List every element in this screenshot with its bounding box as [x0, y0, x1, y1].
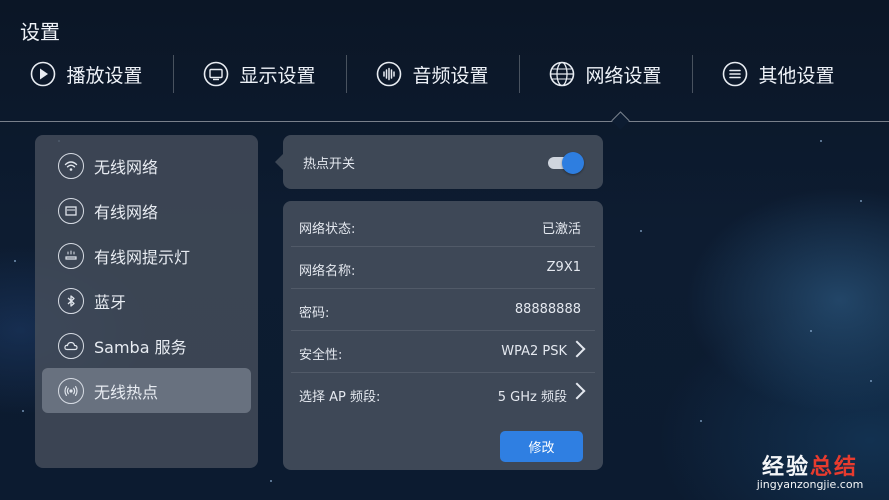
sidebar-item-label: Samba 服务 — [94, 337, 187, 357]
detail-key: 网络名称: — [299, 264, 356, 279]
tab-label: 网络设置 — [585, 64, 662, 87]
card-pointer — [275, 154, 283, 170]
tab-display-settings[interactable]: 显示设置 — [173, 52, 346, 96]
top-tab-bar: 播放设置 显示设置 音频设置 网络设置 其他设置 — [0, 52, 889, 96]
tab-label: 音频设置 — [412, 64, 489, 87]
tab-label: 其他设置 — [758, 64, 835, 87]
tab-playback-settings[interactable]: 播放设置 — [0, 52, 173, 96]
detail-row-network-name: 网络名称: Z9X1 — [283, 247, 603, 289]
hotspot-switch-card: 热点开关 — [275, 135, 603, 189]
sidebar-item-ethernet-indicator[interactable]: 有线网提示灯 — [42, 233, 251, 278]
edit-button[interactable]: 修改 — [500, 431, 583, 462]
selected-tab-indicator — [611, 111, 630, 130]
tab-other-settings[interactable]: 其他设置 — [692, 52, 865, 96]
detail-value: 88888888 — [514, 302, 581, 317]
sidebar-item-label: 蓝牙 — [94, 292, 127, 312]
page-title: 设置 — [20, 20, 60, 44]
play-icon — [30, 61, 56, 87]
indicator-light-icon — [58, 242, 84, 269]
sidebar-item-label: 有线网提示灯 — [94, 247, 191, 267]
detail-row-status: 网络状态: 已激活 — [283, 205, 603, 247]
audio-wave-icon — [376, 61, 402, 87]
sidebar-item-wifi[interactable]: 无线网络 — [42, 143, 251, 188]
sidebar-item-samba[interactable]: Samba 服务 — [42, 323, 251, 368]
ethernet-icon — [58, 197, 84, 224]
hotspot-details-card: 网络状态: 已激活 网络名称: Z9X1 密码: 88888888 安全性: W… — [283, 201, 603, 470]
hotspot-icon — [58, 377, 84, 404]
detail-row-ap-band[interactable]: 选择 AP 频段: 5 GHz 频段 — [283, 373, 603, 415]
sidebar-item-label: 无线热点 — [94, 382, 159, 402]
detail-key: 安全性: — [299, 348, 343, 363]
tab-network-settings[interactable]: 网络设置 — [519, 52, 692, 96]
detail-key: 网络状态: — [299, 222, 356, 237]
watermark-main-red: 总结 — [810, 455, 859, 480]
detail-row-password: 密码: 88888888 — [283, 289, 603, 331]
sidebar-item-label: 无线网络 — [94, 157, 159, 177]
sidebar-item-hotspot[interactable]: 无线热点 — [42, 368, 251, 413]
detail-value: 5 GHz 频段 — [497, 390, 567, 405]
detail-row-security[interactable]: 安全性: WPA2 PSK — [283, 331, 603, 373]
globe-icon — [549, 61, 575, 87]
watermark-main-black: 经验 — [761, 455, 810, 480]
detail-key: 选择 AP 频段: — [299, 390, 381, 405]
chevron-right-icon — [568, 382, 586, 400]
wifi-icon — [58, 152, 84, 179]
detail-value: Z9X1 — [546, 260, 581, 275]
cloud-icon — [58, 332, 84, 359]
bluetooth-icon — [58, 287, 84, 314]
detail-value: WPA2 PSK — [501, 344, 567, 359]
menu-list-icon — [722, 61, 748, 87]
watermark-url: jingyanzongjie.com — [756, 478, 864, 491]
sidebar-item-bluetooth[interactable]: 蓝牙 — [42, 278, 251, 323]
detail-key: 密码: — [299, 306, 330, 321]
tab-divider-line — [0, 121, 889, 122]
hotspot-toggle[interactable] — [548, 152, 584, 174]
watermark-logo: 经验总结 jingyanzongjie.com — [740, 449, 880, 491]
monitor-icon — [203, 61, 229, 87]
tab-label: 显示设置 — [239, 64, 316, 87]
toggle-knob — [562, 152, 584, 174]
sidebar-item-ethernet[interactable]: 有线网络 — [42, 188, 251, 233]
tab-audio-settings[interactable]: 音频设置 — [346, 52, 519, 96]
hotspot-switch-label: 热点开关 — [303, 157, 356, 172]
chevron-right-icon — [568, 340, 586, 358]
detail-value: 已激活 — [541, 222, 581, 237]
watermark-main: 经验总结 — [740, 449, 880, 481]
network-sidebar: 无线网络 有线网络 有线网提示灯 蓝牙 Samba 服务 无线热点 — [35, 135, 258, 468]
sidebar-item-label: 有线网络 — [94, 202, 159, 222]
tab-label: 播放设置 — [66, 64, 143, 87]
